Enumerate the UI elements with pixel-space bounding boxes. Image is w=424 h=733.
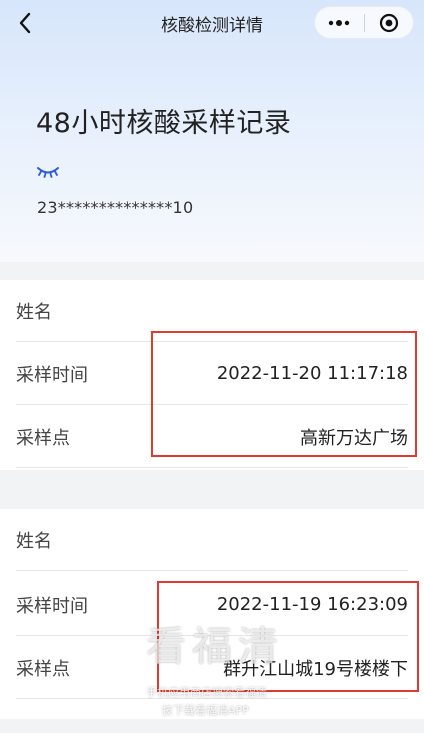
sample-site-label: 采样点 (16, 427, 70, 449)
record-card: 姓名 采样时间 2022-11-19 16:23:09 采样点 群升江山城19号… (0, 509, 424, 719)
sample-site-value: 群升江山城19号楼楼下 (223, 658, 408, 680)
name-row: 姓名 (16, 280, 408, 342)
masked-id-number: 23**************10 (37, 198, 194, 217)
sample-time-row: 采样时间 2022-11-20 11:17:18 (16, 343, 408, 405)
more-button[interactable] (315, 7, 364, 38)
target-circle-icon (379, 13, 398, 32)
more-dots-icon (329, 19, 350, 26)
sample-time-row: 采样时间 2022-11-19 16:23:09 (16, 574, 408, 636)
name-row: 姓名 (16, 509, 408, 571)
eye-closed-icon (37, 167, 59, 178)
toggle-id-visibility-button[interactable] (36, 164, 60, 178)
navigation-bar: 核酸检测详情 (0, 0, 424, 46)
name-label: 姓名 (16, 530, 52, 552)
sample-time-label: 采样时间 (16, 595, 88, 617)
mini-program-capsule (314, 6, 414, 39)
sample-time-label: 采样时间 (16, 364, 88, 386)
sample-site-row: 采样点 群升江山城19号楼楼下 (16, 637, 408, 699)
record-heading: 48小时核酸采样记录 (36, 108, 292, 139)
close-button[interactable] (364, 7, 413, 38)
name-label: 姓名 (16, 301, 52, 323)
record-card: 姓名 采样时间 2022-11-20 11:17:18 采样点 高新万达广场 (0, 280, 424, 470)
sample-site-row: 采样点 高新万达广场 (16, 406, 408, 468)
sample-time-value: 2022-11-19 16:23:09 (216, 594, 408, 615)
sample-site-label: 采样点 (16, 658, 70, 680)
sample-time-value: 2022-11-20 11:17:18 (216, 363, 408, 384)
sample-site-value: 高新万达广场 (300, 427, 408, 449)
